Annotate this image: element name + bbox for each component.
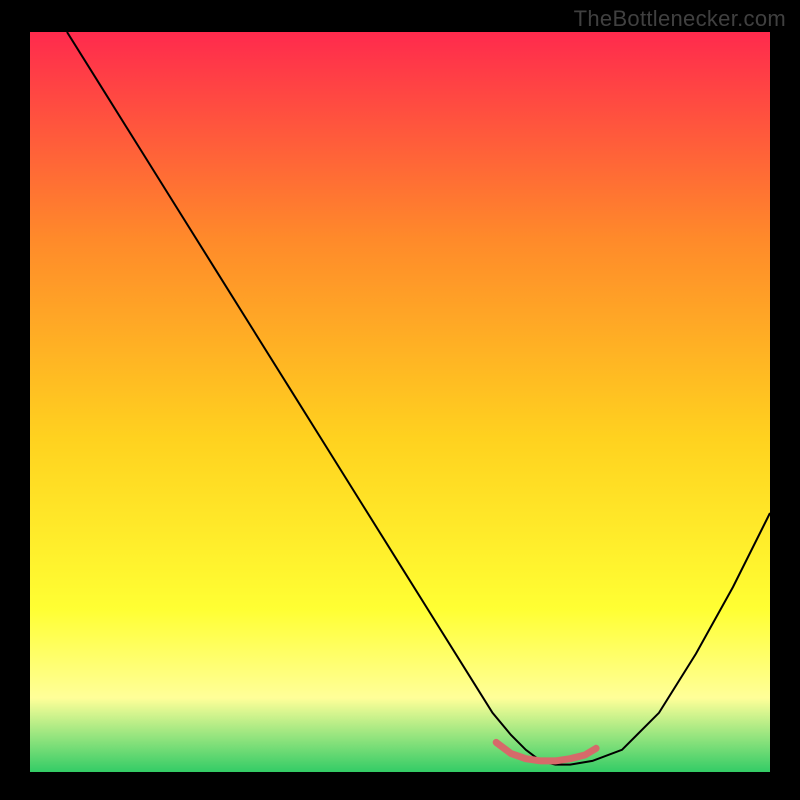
chart-frame: TheBottleneсker.com	[0, 0, 800, 800]
watermark-label: TheBottleneсker.com	[574, 6, 786, 32]
gradient-background	[30, 32, 770, 772]
bottleneck-chart	[30, 32, 770, 772]
